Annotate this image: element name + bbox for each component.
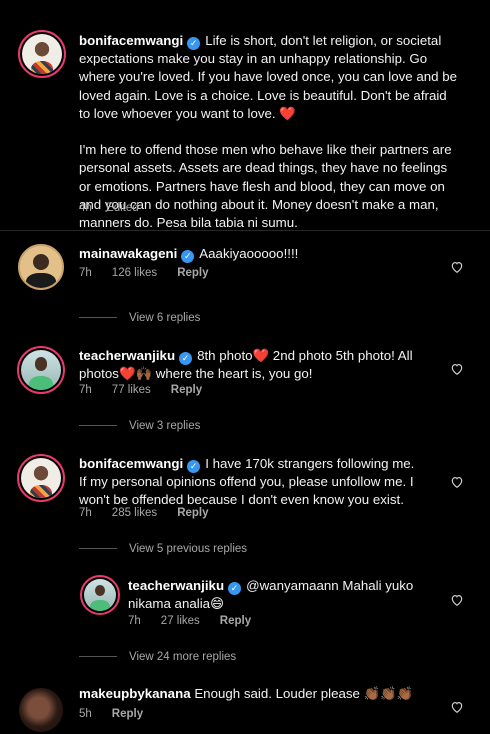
reply-avatar[interactable] [80, 575, 120, 615]
caption-avatar[interactable] [18, 30, 66, 78]
replies-line [79, 548, 117, 550]
comment-text: mainawakageni ✓ Aaakiyaooooo!!!! [79, 245, 439, 263]
caption-divider [0, 230, 490, 231]
comment-text: makeupbykanana Enough said. Louder pleas… [79, 685, 439, 703]
verified-badge-icon: ✓ [187, 37, 201, 50]
comment-avatar[interactable] [18, 244, 64, 290]
comment-meta: 5h Reply [79, 708, 143, 720]
comment-username[interactable]: makeupbykanana [79, 686, 191, 701]
reply-button[interactable]: Reply [177, 507, 208, 519]
heart-outline-icon[interactable] [450, 362, 464, 376]
replies-line [79, 425, 117, 427]
comment-body: Aaakiyaooooo!!!! [199, 246, 299, 261]
verified-badge-icon: ✓ [179, 352, 193, 365]
comment-likes[interactable]: 77 likes [112, 384, 151, 396]
avatar-image [22, 34, 62, 74]
caption-meta: 4h · Edited [79, 202, 139, 214]
view-replies-label: View 6 replies [129, 312, 201, 324]
red-heart-emoji: ❤️ [279, 105, 296, 121]
avatar-image [21, 350, 61, 390]
avatar-image [21, 458, 61, 498]
comment-username[interactable]: bonifacemwangi [79, 456, 183, 471]
red-heart-emoji: ❤️ [252, 348, 270, 363]
reply-meta: 7h 27 likes Reply [128, 615, 251, 627]
reply-likes[interactable]: 27 likes [161, 615, 200, 627]
replies-line [79, 317, 117, 319]
caption-username[interactable]: bonifacemwangi [79, 33, 183, 48]
comment-meta: 7h 126 likes Reply [79, 267, 209, 279]
comment-body-part-c: where the heart is, you go! [152, 366, 313, 382]
reply-time: 7h [128, 615, 141, 627]
comment-likes[interactable]: 126 likes [112, 267, 157, 279]
comment-avatar[interactable] [19, 688, 63, 732]
view-replies-label: View 3 replies [129, 420, 201, 432]
comment-text: bonifacemwangi ✓ I have 170k strangers fol… [79, 455, 419, 510]
replies-line [79, 656, 117, 658]
view-replies-button[interactable]: View 3 replies [79, 420, 200, 432]
heart-outline-icon[interactable] [450, 260, 464, 274]
comment-body: Enough said. Louder please [194, 686, 360, 701]
red-heart-emoji: ❤️ [118, 366, 136, 382]
comment-time: 7h [79, 507, 92, 519]
comment-avatar[interactable] [17, 346, 65, 394]
raised-hands-emoji: 🙌🏾 [135, 366, 153, 382]
comment-username[interactable]: mainawakageni [79, 246, 177, 261]
avatar-image [84, 579, 116, 611]
heart-outline-icon[interactable] [450, 475, 464, 489]
caption-paragraph-2: I'm here to offend those men who behave … [79, 142, 452, 231]
comment-time: 5h [79, 708, 92, 720]
comment-likes[interactable]: 285 likes [112, 507, 157, 519]
view-more-replies-button[interactable]: View 24 more replies [79, 651, 236, 663]
caption-edited-label: Edited [106, 202, 139, 214]
caption-time: 4h [79, 202, 92, 214]
post-caption: bonifacemwangi ✓ Life is short, don't let … [0, 0, 490, 230]
verified-badge-icon: ✓ [187, 460, 201, 473]
comment-body-part-a: 8th photo [197, 348, 253, 363]
comment-username[interactable]: teacherwanjiku [79, 348, 175, 363]
view-replies-button[interactable]: View 6 replies [79, 312, 200, 324]
caption-separator: · [97, 202, 101, 214]
comment-meta: 7h 285 likes Reply [79, 507, 209, 519]
comment-time: 7h [79, 267, 92, 279]
verified-badge-icon: ✓ [228, 582, 242, 595]
view-replies-button[interactable]: View 5 previous replies [79, 543, 247, 555]
heart-outline-icon[interactable] [450, 593, 464, 607]
verified-badge-icon: ✓ [181, 250, 195, 263]
reply-button[interactable]: Reply [112, 708, 143, 720]
view-replies-label: View 5 previous replies [129, 543, 248, 555]
reply-text: teacherwanjiku ✓ @wanyamaann Mahali yuko n… [128, 577, 428, 613]
clapping-hands-emoji: 👏🏾👏🏾👏🏾 [363, 686, 414, 701]
view-replies-label: View 24 more replies [129, 651, 237, 663]
comment-avatar[interactable] [17, 454, 65, 502]
reply-button[interactable]: Reply [177, 267, 208, 279]
comment-text: teacherwanjiku ✓ 8th photo❤️ 2nd photo 5th… [79, 347, 439, 383]
comment-time: 7h [79, 384, 92, 396]
reply-button[interactable]: Reply [220, 615, 251, 627]
grinning-emoji: 😄 [210, 596, 224, 612]
reply-button[interactable]: Reply [171, 384, 202, 396]
heart-outline-icon[interactable] [450, 700, 464, 714]
reply-username[interactable]: teacherwanjiku [128, 578, 224, 593]
comment-meta: 7h 77 likes Reply [79, 384, 202, 396]
